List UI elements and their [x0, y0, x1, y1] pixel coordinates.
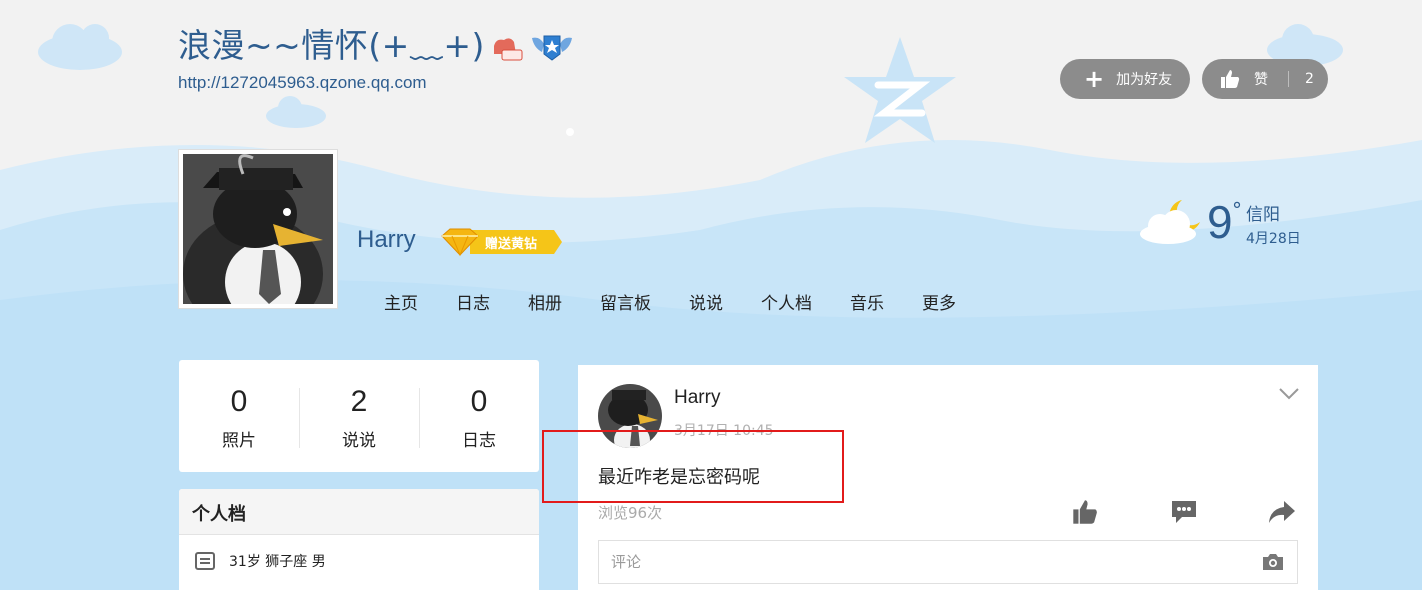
weather-date: 4月28日 [1246, 231, 1301, 247]
stat-blogs[interactable]: 0 日志 [419, 360, 539, 472]
plus-icon: + [1084, 65, 1105, 93]
like-button[interactable]: 赞 2 [1202, 59, 1328, 99]
thumbs-up-icon[interactable] [1072, 499, 1098, 525]
profile-card-title: 个人档 [179, 489, 539, 535]
weather-degree: ° [1232, 198, 1242, 222]
feed-author[interactable]: Harry [674, 387, 720, 409]
camera-icon[interactable] [1261, 552, 1285, 572]
like-label: 赞 [1254, 72, 1268, 88]
profile-card-icon [195, 552, 215, 570]
nav-item-guestbook[interactable]: 留言板 [600, 292, 651, 316]
level-badge-icon [494, 38, 523, 61]
nav-item-album[interactable]: 相册 [528, 292, 562, 316]
profile-info: 31岁 狮子座 男 [229, 554, 326, 570]
comment-input[interactable] [611, 553, 1261, 571]
nav-item-home[interactable]: 主页 [384, 292, 418, 316]
stat-value: 0 [470, 385, 488, 418]
share-icon[interactable] [1268, 499, 1296, 525]
thumbs-up-icon [1221, 70, 1240, 88]
nav-item-blog[interactable]: 日志 [456, 292, 490, 316]
nav-item-music[interactable]: 音乐 [850, 292, 884, 316]
profile-card: 个人档 31岁 狮子座 男 [179, 489, 539, 590]
vip-wings-icon [532, 35, 572, 61]
profile-info-row: 31岁 狮子座 男 [179, 535, 539, 587]
comment-icon[interactable] [1170, 499, 1198, 525]
space-url[interactable]: http://1272045963.qzone.qq.com [178, 73, 427, 93]
like-divider [1288, 71, 1289, 87]
feed-views: 浏览96次 [598, 504, 663, 522]
stat-shuoshuo[interactable]: 2 说说 [299, 360, 419, 472]
nav-item-shuoshuo[interactable]: 说说 [689, 292, 723, 316]
gift-yellow-diamond-label: 赠送黄钻 [485, 237, 538, 252]
stat-label: 日志 [462, 431, 496, 451]
avatar[interactable] [178, 149, 338, 309]
nav-item-more[interactable]: 更多 [922, 292, 956, 316]
stat-label: 说说 [342, 431, 376, 451]
stat-photos[interactable]: 0 照片 [179, 360, 299, 472]
highlight-annotation-box [542, 430, 844, 503]
like-count: 2 [1305, 71, 1314, 87]
comment-box[interactable] [598, 540, 1298, 584]
penguin-avatar-image [183, 154, 333, 304]
stat-label: 照片 [222, 431, 256, 451]
space-title: 浪漫~~情怀(+﹏+) [178, 26, 485, 65]
cloud-moon-icon [1140, 200, 1200, 244]
username: Harry [357, 226, 416, 253]
main-nav: 主页 日志 相册 留言板 说说 个人档 音乐 更多 [384, 292, 994, 316]
stat-value: 2 [350, 385, 368, 418]
nav-item-profile[interactable]: 个人档 [761, 292, 812, 316]
stats-card: 0 照片 2 说说 0 日志 [179, 360, 539, 472]
weather-city: 信阳 [1246, 205, 1280, 225]
add-friend-label: 加为好友 [1116, 72, 1173, 88]
stat-value: 0 [230, 385, 248, 418]
add-friend-button[interactable]: + 加为好友 [1060, 59, 1190, 99]
weather-temperature: 9 [1207, 196, 1233, 248]
chevron-down-icon[interactable] [1278, 387, 1300, 401]
